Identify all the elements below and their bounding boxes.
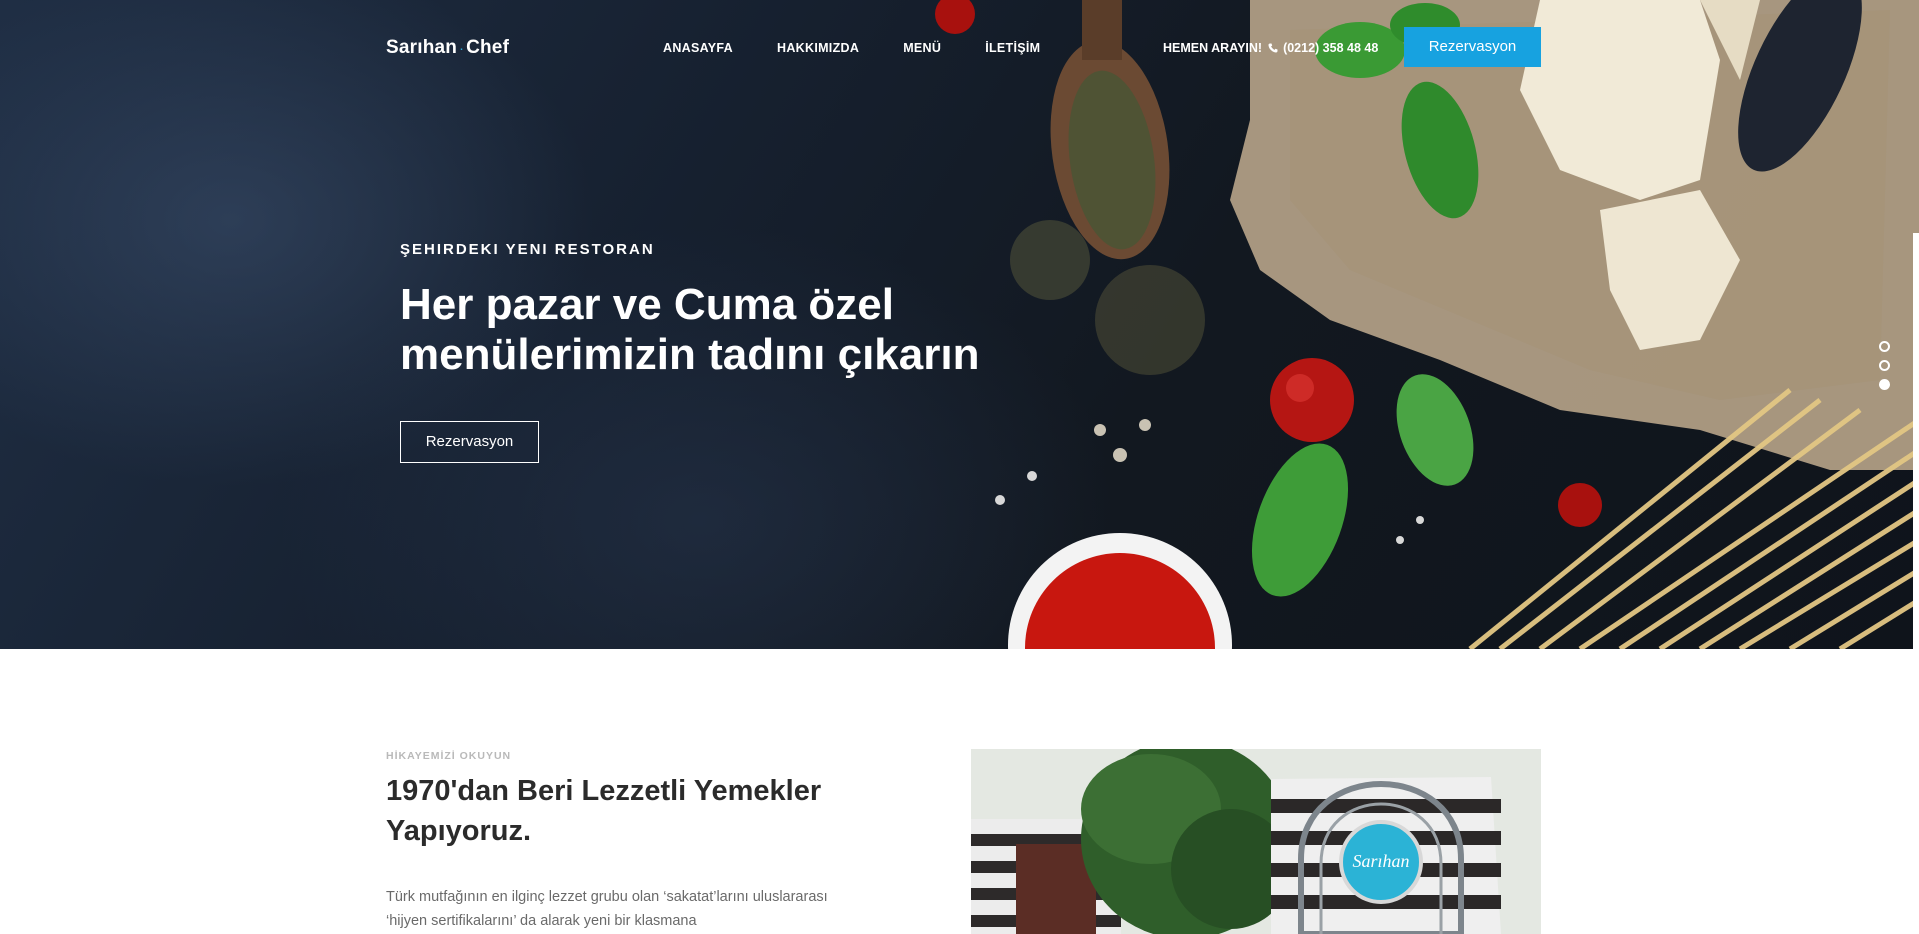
- slider-dot-3[interactable]: [1879, 379, 1890, 390]
- about-section: HİKAYEMİZİ OKUYUN 1970'dan Beri Lezzetli…: [0, 649, 1919, 934]
- main-nav: ANASAYFA HAKKIMIZDA MENÜ İLETİŞİM: [663, 41, 1084, 55]
- brand-name-left: Sarıhan: [386, 37, 458, 58]
- about-kicker: HİKAYEMİZİ OKUYUN: [386, 750, 512, 762]
- brand-separator: .: [460, 42, 464, 54]
- slider-dot-2[interactable]: [1879, 360, 1890, 371]
- hero-section: Sarıhan. Chef ANASAYFA HAKKIMIZDA MENÜ İL…: [0, 0, 1919, 649]
- restaurant-building-illustration: Sarıhan: [971, 749, 1541, 934]
- slider-dots: [1879, 341, 1890, 398]
- phone-icon: [1268, 43, 1278, 53]
- nav-item-about[interactable]: HAKKIMIZDA: [777, 41, 859, 55]
- brand-name-right: Chef: [466, 37, 510, 58]
- restaurant-photo: Sarıhan: [971, 749, 1541, 934]
- nav-item-home[interactable]: ANASAYFA: [663, 41, 733, 55]
- hero-reservation-button[interactable]: Rezervasyon: [400, 421, 539, 463]
- hero-eyebrow: ŞEHIRDEKI YENI RESTORAN: [400, 241, 655, 258]
- restaurant-sign-text: Sarıhan: [1352, 851, 1409, 871]
- phone-label: HEMEN ARAYIN!: [1163, 41, 1263, 55]
- reservation-button[interactable]: Rezervasyon: [1404, 27, 1541, 67]
- phone-contact[interactable]: HEMEN ARAYIN! (0212) 358 48 48: [1163, 41, 1378, 55]
- hero-headline: Her pazar ve Cuma özel menülerimizin tad…: [400, 280, 980, 379]
- nav-item-menu[interactable]: MENÜ: [903, 41, 941, 55]
- about-text: Türk mutfağının en ilginç lezzet grubu o…: [386, 889, 828, 929]
- page-scrollbar[interactable]: [1913, 233, 1919, 649]
- brand-logo[interactable]: Sarıhan. Chef: [386, 37, 509, 59]
- hero-content: ŞEHIRDEKI YENI RESTORAN Her pazar ve Cum…: [400, 241, 1040, 380]
- slider-dot-1[interactable]: [1879, 341, 1890, 352]
- nav-item-contact[interactable]: İLETİŞİM: [985, 41, 1040, 55]
- phone-number: (0212) 358 48 48: [1283, 41, 1379, 55]
- about-title: 1970'dan Beri Lezzetli Yemekler Yapıyoru…: [386, 775, 822, 847]
- top-navbar: Sarıhan. Chef ANASAYFA HAKKIMIZDA MENÜ İL…: [0, 0, 1919, 97]
